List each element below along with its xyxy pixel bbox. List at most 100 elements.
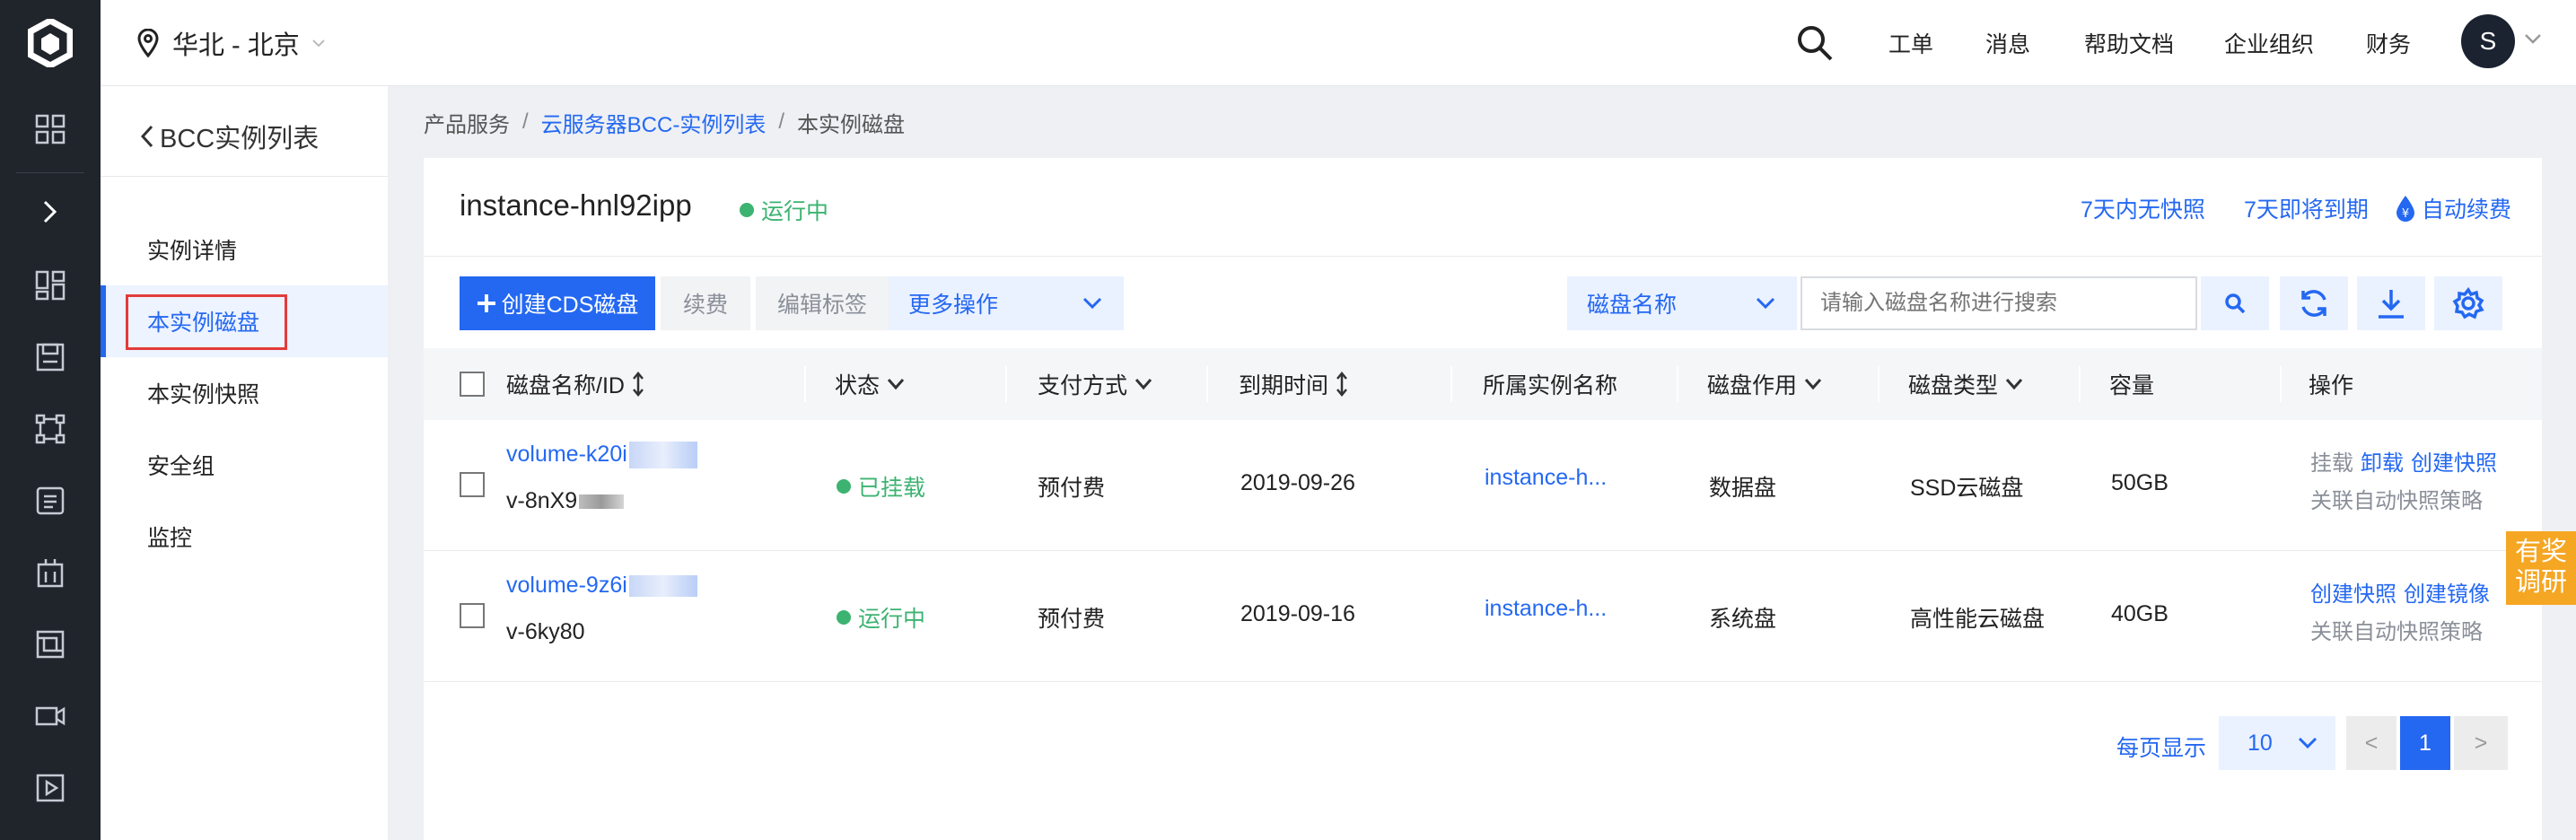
col-type[interactable]: 磁盘类型 — [1908, 348, 2023, 420]
col-type-label: 磁盘类型 — [1908, 373, 1999, 398]
nav-organization[interactable]: 企业组织 — [2224, 0, 2314, 86]
col-role[interactable]: 磁盘作用 — [1707, 348, 1822, 420]
redacted-mask — [628, 575, 697, 598]
building-icon[interactable] — [0, 537, 101, 608]
col-disk-name[interactable]: 磁盘名称/ID — [506, 348, 644, 420]
nav-docs[interactable]: 帮助文档 — [2084, 0, 2174, 86]
settings-gear-icon[interactable] — [2434, 276, 2502, 330]
col-status[interactable]: 状态 — [835, 348, 905, 420]
global-search-icon[interactable] — [1795, 23, 1835, 63]
user-avatar[interactable]: S — [2461, 14, 2515, 68]
survey-tab-line: 调研 — [2514, 568, 2567, 597]
disk-name-link[interactable]: volume-k20i — [506, 442, 697, 469]
subnav-item-disks[interactable]: 本实例磁盘 — [101, 285, 388, 357]
instance-header: instance-hnl92ipp 运行中 7天内无快照 7天即将到期 ¥ 自动… — [424, 158, 2542, 257]
prev-page-button[interactable]: < — [2346, 716, 2396, 770]
subnav-item-security-group[interactable]: 安全组 — [101, 429, 388, 501]
edit-tag-button[interactable]: 编辑标签 — [756, 276, 889, 330]
payment-method: 预付费 — [1038, 607, 1106, 632]
column-divider — [1206, 366, 1208, 402]
video-icon[interactable] — [0, 680, 101, 752]
page-1-button[interactable]: 1 — [2400, 716, 2450, 770]
unmount-action[interactable]: 卸载 — [2361, 445, 2404, 477]
col-instance: 所属实例名称 — [1483, 373, 1618, 398]
region-selector[interactable]: 华北 - 北京 — [136, 0, 325, 86]
disk-role: 数据盘 — [1709, 476, 1777, 501]
database-icon[interactable] — [0, 465, 101, 537]
snapshot-policy-action[interactable]: 关联自动快照策略 — [2310, 483, 2483, 514]
auto-renew-link[interactable]: ¥ 自动续费 — [2395, 192, 2511, 224]
create-image-action[interactable]: 创建镜像 — [2404, 576, 2490, 608]
frame-icon[interactable] — [0, 608, 101, 680]
survey-tab[interactable]: 有奖 调研 — [2506, 531, 2576, 605]
disk-id: v-8nX9 — [506, 488, 625, 514]
column-divider — [2280, 366, 2282, 402]
svg-text:¥: ¥ — [2402, 207, 2409, 221]
chevron-down-icon — [2298, 737, 2318, 749]
subnav-item-label: 本实例快照 — [147, 382, 260, 407]
no-snapshot-link[interactable]: 7天内无快照 — [2081, 192, 2205, 224]
page-size-select[interactable]: 10 — [2219, 716, 2335, 770]
breadcrumb-link[interactable]: 云服务器BCC-实例列表 — [541, 107, 767, 138]
column-divider — [1878, 366, 1879, 402]
disk-search-input[interactable] — [1801, 276, 2197, 330]
next-page-button[interactable]: > — [2454, 716, 2508, 770]
disk-name: volume-k20i — [506, 442, 627, 467]
nav-finance[interactable]: 财务 — [2366, 0, 2411, 86]
subnav-item-label: 监控 — [147, 526, 193, 551]
create-snapshot-action[interactable]: 创建快照 — [2411, 445, 2497, 477]
disk-role: 系统盘 — [1709, 607, 1777, 632]
select-all-checkbox[interactable] — [460, 372, 485, 397]
instance-name: instance-hnl92ipp — [460, 188, 692, 222]
global-nav-rail — [0, 0, 101, 840]
nav-ticket[interactable]: 工单 — [1888, 0, 1933, 86]
breadcrumb-separator: / — [522, 109, 529, 134]
mount-action[interactable]: 挂载 — [2310, 445, 2353, 477]
col-payment-label: 支付方式 — [1038, 373, 1128, 398]
download-icon[interactable] — [2357, 276, 2425, 330]
disk-name-link[interactable]: volume-9z6i — [506, 573, 697, 599]
rail-divider — [16, 172, 84, 173]
search-field-dropdown[interactable]: 磁盘名称 — [1567, 276, 1797, 330]
instance-link[interactable]: instance-h... — [1485, 596, 1607, 622]
create-cds-disk-label: 创建CDS磁盘 — [501, 293, 639, 318]
refresh-icon[interactable] — [2280, 276, 2348, 330]
col-expiry[interactable]: 到期时间 — [1239, 348, 1348, 420]
back-to-instance-list[interactable]: BCC实例列表 — [140, 111, 319, 162]
nav-messages[interactable]: 消息 — [1985, 0, 2030, 86]
filter-chevron-icon — [2005, 379, 2023, 390]
save-icon[interactable] — [0, 321, 101, 393]
subnav-item-snapshots[interactable]: 本实例快照 — [101, 357, 388, 429]
expiring-link[interactable]: 7天即将到期 — [2244, 192, 2369, 224]
status-dot-icon — [837, 610, 851, 625]
row-checkbox[interactable] — [460, 472, 485, 497]
chevron-down-icon — [1082, 297, 1102, 310]
avatar-chevron-down-icon[interactable] — [2524, 32, 2542, 45]
subnav-item-details[interactable]: 实例详情 — [101, 214, 388, 285]
row-checkbox[interactable] — [460, 603, 485, 628]
col-payment[interactable]: 支付方式 — [1038, 348, 1152, 420]
redacted-mask — [628, 442, 697, 469]
disk-capacity: 40GB — [2111, 601, 2169, 626]
search-submit-icon[interactable] — [2201, 276, 2269, 330]
dashboard-icon[interactable] — [0, 249, 101, 321]
col-role-label: 磁盘作用 — [1707, 373, 1798, 398]
create-cds-disk-button[interactable]: 创建CDS磁盘 — [460, 276, 655, 330]
subnav-item-monitoring[interactable]: 监控 — [101, 501, 388, 573]
page-size-value: 10 — [2247, 730, 2273, 756]
network-icon[interactable] — [0, 393, 101, 465]
expand-chevron-icon[interactable] — [0, 176, 101, 248]
instance-subnav: BCC实例列表 实例详情 本实例磁盘 本实例快照 安全组 监控 — [101, 86, 388, 840]
breadcrumb-item[interactable]: 产品服务 — [424, 107, 510, 138]
disk-capacity: 50GB — [2111, 470, 2169, 495]
more-actions-dropdown[interactable]: 更多操作 — [889, 276, 1124, 330]
create-snapshot-action[interactable]: 创建快照 — [2310, 576, 2396, 608]
snapshot-policy-action[interactable]: 关联自动快照策略 — [2310, 614, 2483, 645]
instance-link[interactable]: instance-h... — [1485, 465, 1607, 491]
logo-icon[interactable] — [0, 0, 101, 86]
product-grid-icon[interactable] — [0, 93, 101, 165]
play-icon[interactable] — [0, 752, 101, 824]
renew-button[interactable]: 续费 — [661, 276, 750, 330]
yuan-drop-icon: ¥ — [2396, 196, 2414, 222]
filter-chevron-icon — [1135, 379, 1152, 390]
